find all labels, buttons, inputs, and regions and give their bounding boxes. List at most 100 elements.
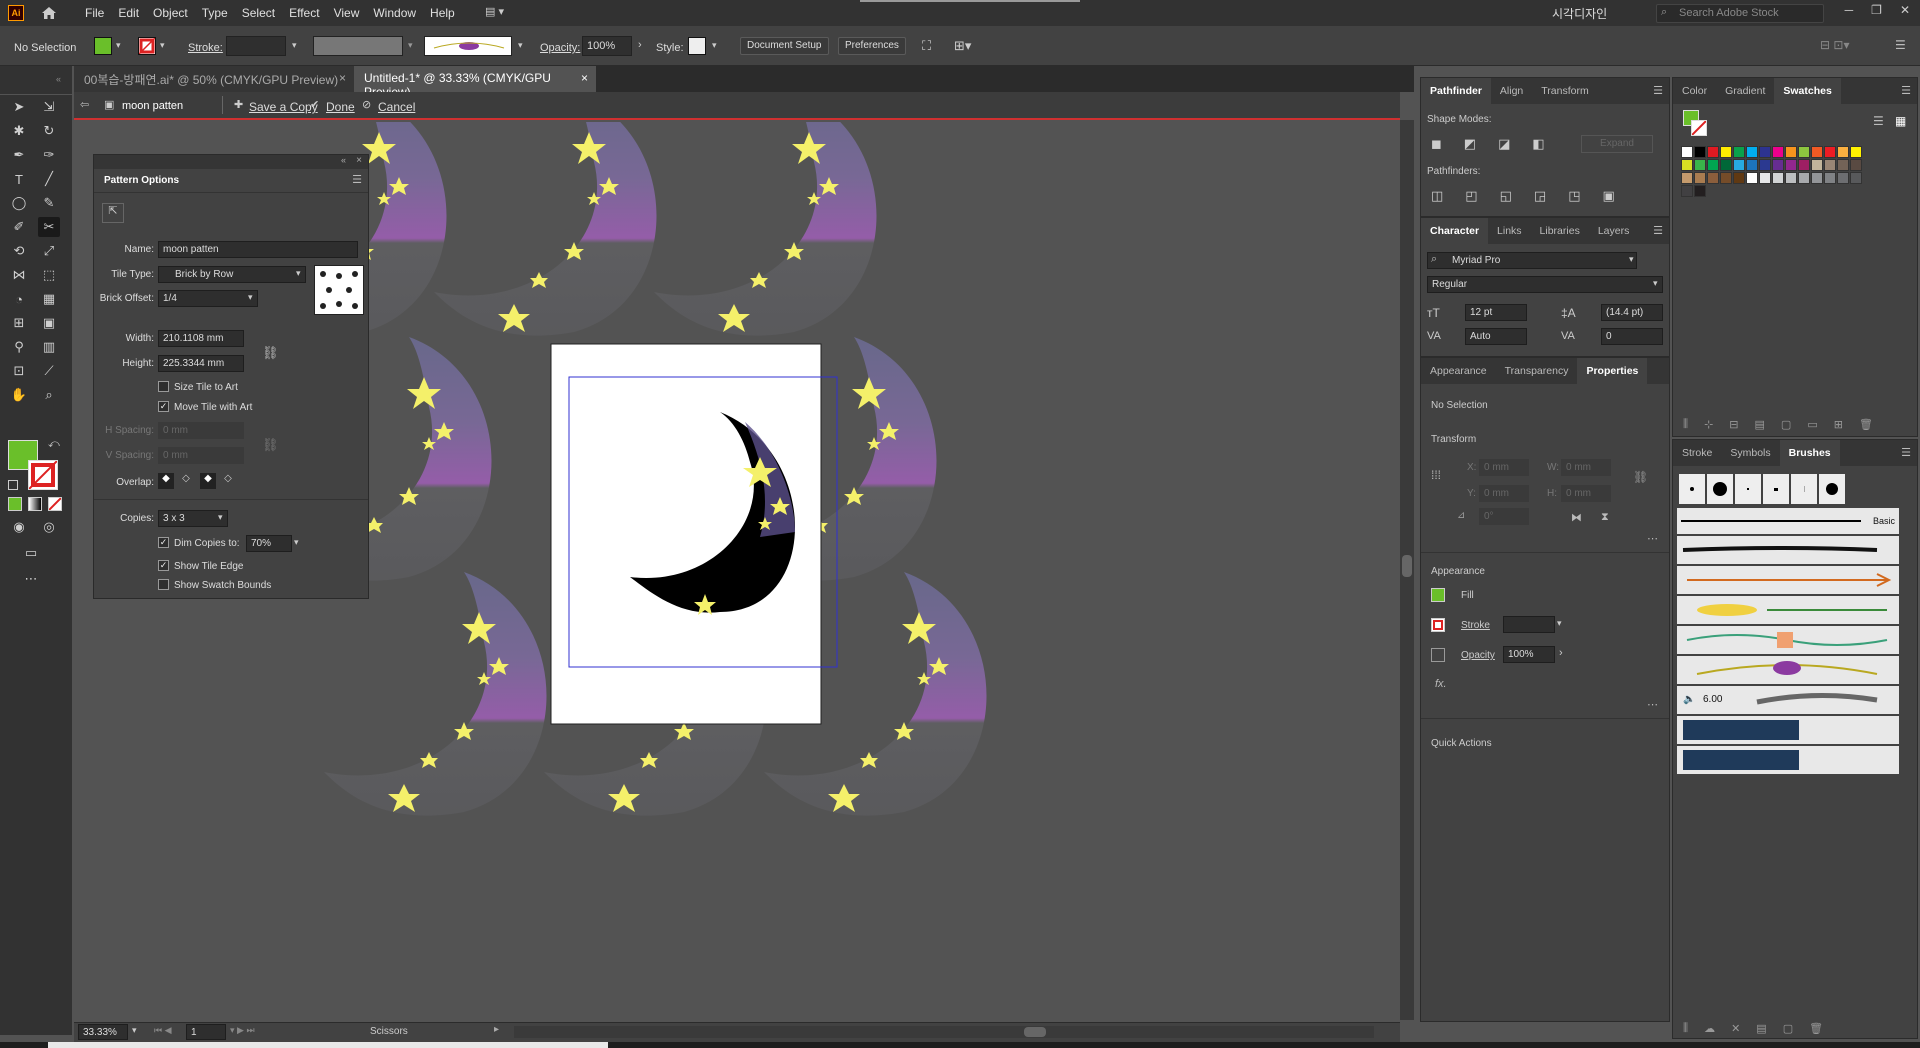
swatch-25[interactable] bbox=[1824, 159, 1836, 171]
show-tile-edge-checkbox[interactable]: ✓ bbox=[158, 560, 169, 571]
tab-symbols[interactable]: Symbols bbox=[1721, 440, 1779, 466]
swatch-30[interactable] bbox=[1707, 172, 1719, 184]
tab-character[interactable]: Character bbox=[1421, 218, 1489, 244]
panel-menu-icon[interactable]: ☰ bbox=[1901, 446, 1911, 459]
menu-view[interactable]: View bbox=[327, 6, 367, 20]
menu-select[interactable]: Select bbox=[235, 6, 282, 20]
tab-layers[interactable]: Layers bbox=[1589, 218, 1639, 244]
curvature-tool-icon[interactable]: ✑ bbox=[38, 145, 60, 165]
hand-tool-icon[interactable]: ✋ bbox=[8, 385, 30, 405]
opacity-input[interactable]: 100% bbox=[1503, 646, 1555, 663]
grid-view-icon[interactable]: ▦ bbox=[1895, 114, 1906, 128]
swatch-41[interactable] bbox=[1850, 172, 1862, 184]
height-input[interactable]: 225.3344 mm bbox=[158, 355, 244, 372]
folder-icon[interactable]: ▭ bbox=[1807, 418, 1817, 431]
save-copy-button[interactable]: Save a Copy bbox=[249, 100, 318, 114]
brush-decorative[interactable] bbox=[1677, 626, 1899, 654]
scroll-thumb[interactable] bbox=[1402, 555, 1412, 577]
selection-tool-icon[interactable]: ➤ bbox=[8, 97, 30, 117]
swatch-16[interactable] bbox=[1707, 159, 1719, 171]
flip-vertical-icon[interactable]: ⧗ bbox=[1601, 511, 1609, 524]
graph-tool-icon[interactable]: ▥ bbox=[38, 337, 60, 357]
overlap-top-icon[interactable]: ◆ bbox=[200, 473, 216, 489]
width-input[interactable]: 210.1108 mm bbox=[158, 330, 244, 347]
zoom-tool-icon[interactable]: ⌕ bbox=[38, 385, 60, 405]
swatch-33[interactable] bbox=[1746, 172, 1758, 184]
style-swatch[interactable] bbox=[688, 37, 706, 55]
appearance-stroke-swatch[interactable] bbox=[1431, 618, 1445, 632]
swatch-options-icon[interactable]: ⊟ bbox=[1729, 418, 1738, 431]
swatch-36[interactable] bbox=[1785, 172, 1797, 184]
reference-point-icon[interactable]: ⁞⁞⁞ bbox=[1431, 468, 1441, 482]
swatch-8[interactable] bbox=[1785, 146, 1797, 158]
brush-dot-angled[interactable] bbox=[1763, 474, 1789, 504]
delete-swatch-icon[interactable]: 🗑 bbox=[1859, 418, 1873, 431]
zoom-input[interactable]: 33.33% bbox=[78, 1024, 128, 1040]
type-tool-icon[interactable]: T bbox=[8, 169, 30, 189]
artboard-input[interactable]: 1 bbox=[186, 1024, 226, 1040]
outline-icon[interactable]: ◳ bbox=[1568, 188, 1580, 204]
swatch-6[interactable] bbox=[1759, 146, 1771, 158]
fill-dropdown-icon[interactable]: ▾ bbox=[116, 40, 121, 51]
line-tool-icon[interactable]: ╱ bbox=[38, 169, 60, 189]
swatch-library-icon[interactable]: ⫼ bbox=[1683, 418, 1688, 431]
brush-library-icon[interactable]: ⫼ bbox=[1683, 1022, 1688, 1035]
more-options-icon[interactable]: ⋯ bbox=[1647, 698, 1658, 711]
scissors-tool-icon[interactable]: ✂ bbox=[38, 217, 60, 237]
gradient-tool-icon[interactable]: ▣ bbox=[38, 313, 60, 333]
font-family-select[interactable]: Myriad Pro bbox=[1427, 252, 1637, 269]
panel-grip[interactable]: « × bbox=[94, 155, 368, 169]
menu-edit[interactable]: Edit bbox=[111, 6, 146, 20]
close-icon[interactable]: ✕ bbox=[1900, 3, 1910, 17]
swatch-20[interactable] bbox=[1759, 159, 1771, 171]
panel-menu-icon[interactable]: ☰ bbox=[1653, 84, 1663, 97]
brush-basic[interactable]: Basic bbox=[1677, 508, 1899, 534]
tab-gradient[interactable]: Gradient bbox=[1716, 78, 1774, 104]
tab-align[interactable]: Align bbox=[1491, 78, 1532, 104]
constrain-icon[interactable]: ⛓ bbox=[1633, 470, 1648, 484]
opacity-arrow-icon[interactable]: › bbox=[1559, 647, 1563, 659]
panel-menu-icon[interactable]: ☰ bbox=[1895, 38, 1906, 52]
tab-libraries[interactable]: Libraries bbox=[1531, 218, 1589, 244]
brick-offset-dropdown-icon[interactable]: ▾ bbox=[248, 292, 253, 303]
opacity-label[interactable]: Opacity: bbox=[540, 42, 580, 54]
dim-copies-checkbox[interactable]: ✓ bbox=[158, 537, 169, 548]
stroke-dropdown-icon[interactable]: ▾ bbox=[160, 40, 165, 51]
merge-icon[interactable]: ◱ bbox=[1500, 188, 1512, 204]
minimize-icon[interactable]: ─ bbox=[1845, 3, 1854, 17]
font-style-select[interactable]: Regular bbox=[1427, 276, 1663, 293]
lasso-icon[interactable]: ↻ bbox=[38, 121, 60, 141]
free-transform-icon[interactable]: ⬚ bbox=[38, 265, 60, 285]
draw-inside-icon[interactable]: ◎ bbox=[38, 517, 60, 537]
swatch-21[interactable] bbox=[1772, 159, 1784, 171]
pattern-name-input[interactable]: moon patten bbox=[158, 241, 358, 258]
magic-wand-icon[interactable]: ✱ bbox=[8, 121, 30, 141]
profile-dropdown-icon[interactable]: ▾ bbox=[408, 40, 413, 51]
size-tile-checkbox[interactable] bbox=[158, 381, 169, 392]
none-mode-icon[interactable] bbox=[48, 497, 62, 511]
copies-dropdown-icon[interactable]: ▾ bbox=[218, 512, 223, 523]
swatch-39[interactable] bbox=[1824, 172, 1836, 184]
stroke-label[interactable]: Stroke bbox=[1461, 620, 1490, 631]
opacity-input[interactable]: 100% bbox=[582, 36, 632, 56]
menu-type[interactable]: Type bbox=[195, 6, 235, 20]
scroll-thumb[interactable] bbox=[1024, 1027, 1046, 1037]
back-arrow-icon[interactable]: ⇦ bbox=[80, 98, 89, 111]
brush-options-icon[interactable]: ▤ bbox=[1756, 1022, 1766, 1035]
current-stroke-swatch[interactable] bbox=[1691, 120, 1707, 136]
eyedropper-icon[interactable]: ⚲ bbox=[8, 337, 30, 357]
taskbar-window[interactable] bbox=[48, 1042, 608, 1048]
preferences-button[interactable]: Preferences bbox=[838, 37, 906, 55]
swatch-7[interactable] bbox=[1772, 146, 1784, 158]
tab-close-icon[interactable]: × bbox=[339, 71, 346, 85]
divide-icon[interactable]: ◫ bbox=[1431, 188, 1443, 204]
swatch-11[interactable] bbox=[1824, 146, 1836, 158]
swatch-38[interactable] bbox=[1811, 172, 1823, 184]
swatch-19[interactable] bbox=[1746, 159, 1758, 171]
link-icon[interactable]: ⛓ bbox=[262, 345, 279, 361]
list-view-icon[interactable]: ☰ bbox=[1873, 114, 1884, 128]
brush-charcoal[interactable] bbox=[1677, 536, 1899, 564]
dim-dropdown-icon[interactable]: ▾ bbox=[294, 537, 299, 548]
tab-properties[interactable]: Properties bbox=[1577, 358, 1648, 384]
unite-icon[interactable]: ◼ bbox=[1431, 136, 1442, 152]
